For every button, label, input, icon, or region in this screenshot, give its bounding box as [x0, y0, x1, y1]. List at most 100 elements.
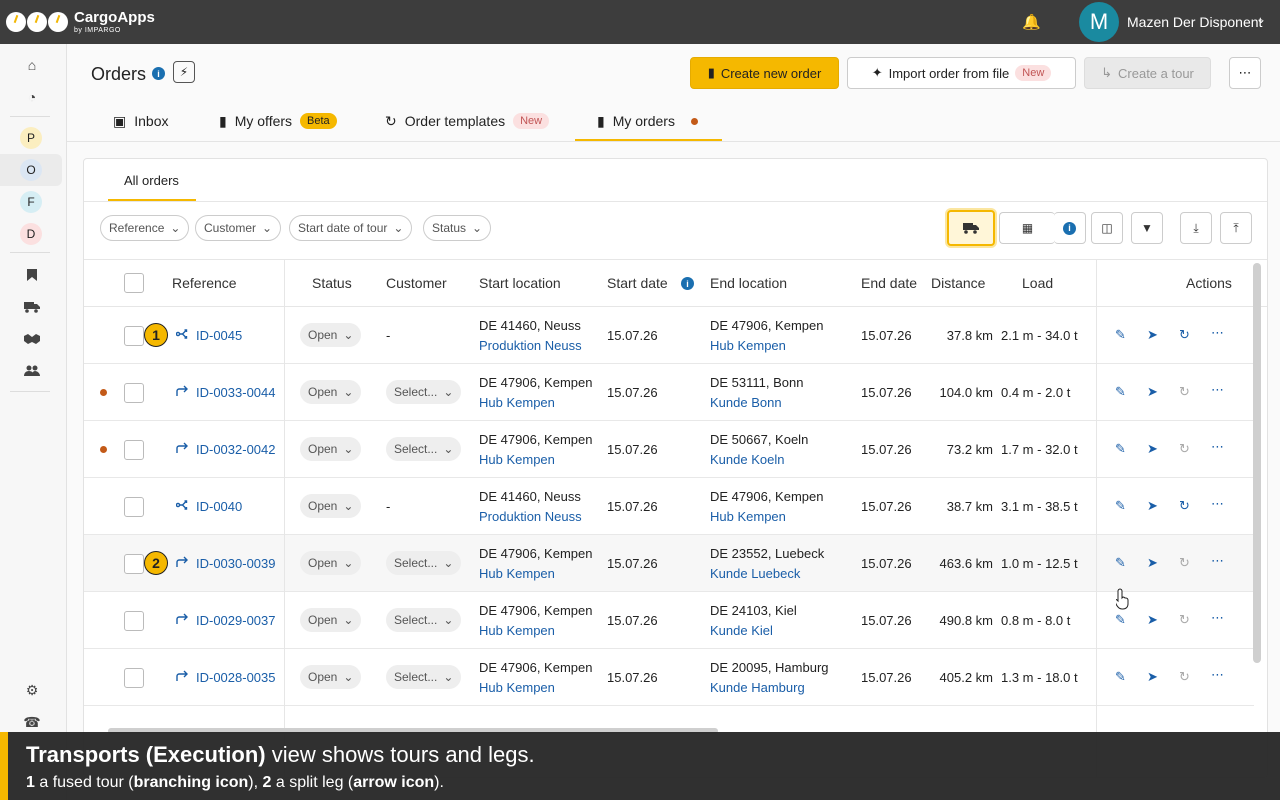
order-reference-link[interactable]: ID-0045	[196, 328, 242, 343]
table-row[interactable]: ID-0032-0042 Open ⌄ Select... ⌄ DE 47906, Kem…	[84, 421, 1254, 478]
status-select[interactable]: Open ⌄	[300, 608, 362, 632]
more-dots-icon[interactable]: ⋯	[1211, 439, 1224, 455]
row-checkbox[interactable]	[124, 383, 144, 403]
row-checkbox[interactable]	[124, 668, 144, 688]
col-start-date[interactable]: Start date	[607, 275, 668, 291]
import-order-button[interactable]: ✦ Import order from file New	[847, 57, 1076, 89]
route-icon[interactable]: ↻	[1179, 441, 1190, 457]
table-row[interactable]: 2 ID-0030-0039 Open ⌄ Select... ⌄ DE 47906, Ke…	[84, 535, 1254, 592]
start-site-link[interactable]: Hub Kempen	[479, 680, 555, 695]
route-icon[interactable]: ↻	[1179, 384, 1190, 400]
end-site-link[interactable]: Kunde Kiel	[710, 623, 773, 638]
more-dots-icon[interactable]: ⋯	[1211, 325, 1224, 341]
order-reference-link[interactable]: ID-0032-0042	[196, 442, 276, 457]
col-start-location[interactable]: Start location	[479, 275, 561, 291]
route-icon[interactable]: ↻	[1179, 612, 1190, 628]
tab-order-templates[interactable]: ↻ Order templates New	[385, 102, 550, 140]
edit-icon[interactable]: ✎	[1115, 327, 1126, 343]
vertical-scrollbar[interactable]	[1253, 263, 1261, 663]
col-reference[interactable]: Reference	[172, 275, 237, 291]
sidebar-item-o[interactable]: O	[20, 159, 42, 181]
more-dots-icon[interactable]: ⋯	[1211, 382, 1224, 398]
info-icon[interactable]: i	[681, 277, 694, 290]
table-row[interactable]: ID-0028-0035 Open ⌄ Select... ⌄ DE 47906, Kem…	[84, 649, 1254, 706]
start-site-link[interactable]: Hub Kempen	[479, 623, 555, 638]
sidebar-item-d[interactable]: D	[20, 223, 42, 245]
tab-my-orders[interactable]: ▮ My orders	[597, 102, 698, 140]
start-site-link[interactable]: Hub Kempen	[479, 395, 555, 410]
end-site-link[interactable]: Kunde Hamburg	[710, 680, 805, 695]
send-icon[interactable]: ➤	[1147, 555, 1158, 571]
customer-select[interactable]: Select... ⌄	[386, 437, 462, 461]
tab-my-offers[interactable]: ▮ My offers Beta	[219, 102, 337, 140]
row-checkbox[interactable]	[124, 554, 144, 574]
create-tour-button[interactable]: ↳ Create a tour	[1084, 57, 1211, 89]
create-order-button[interactable]: ▮ Create new order	[690, 57, 839, 89]
home-icon[interactable]: ⌂	[24, 57, 40, 73]
quick-action-button[interactable]: ⚡	[173, 61, 195, 83]
row-checkbox[interactable]	[124, 611, 144, 631]
route-icon[interactable]: ↻	[1179, 327, 1190, 343]
more-dots-icon[interactable]: ⋯	[1211, 610, 1224, 626]
row-checkbox[interactable]	[124, 440, 144, 460]
send-icon[interactable]: ➤	[1147, 327, 1158, 343]
send-icon[interactable]: ➤	[1147, 498, 1158, 514]
truck-icon[interactable]	[24, 299, 40, 315]
row-checkbox[interactable]	[124, 326, 144, 346]
more-button[interactable]: ⋯	[1229, 57, 1261, 89]
order-reference-link[interactable]: ID-0040	[196, 499, 242, 514]
end-site-link[interactable]: Kunde Koeln	[710, 452, 784, 467]
send-icon[interactable]: ➤	[1147, 384, 1158, 400]
status-select[interactable]: Open ⌄	[300, 323, 362, 347]
start-site-link[interactable]: Produktion Neuss	[479, 509, 582, 524]
customer-select[interactable]: Select... ⌄	[386, 665, 462, 689]
edit-icon[interactable]: ✎	[1115, 669, 1126, 685]
status-select[interactable]: Open ⌄	[300, 380, 362, 404]
col-distance[interactable]: Distance	[931, 275, 985, 291]
download-button[interactable]: ⤓	[1180, 212, 1212, 244]
order-reference-link[interactable]: ID-0028-0035	[196, 670, 276, 685]
status-select[interactable]: Open ⌄	[300, 437, 362, 461]
upload-button[interactable]: ⤒	[1220, 212, 1252, 244]
table-row[interactable]: ID-0029-0037 Open ⌄ Select... ⌄ DE 47906, Kem…	[84, 592, 1254, 649]
filter-button[interactable]: ▼	[1131, 212, 1163, 244]
edit-icon[interactable]: ✎	[1115, 441, 1126, 457]
end-site-link[interactable]: Hub Kempen	[710, 338, 786, 353]
end-site-link[interactable]: Hub Kempen	[710, 509, 786, 524]
filter-customer[interactable]: Customer ⌄	[195, 215, 282, 241]
table-row[interactable]: ID-0040 Open ⌄ - DE 41460, Neuss Produktion N…	[84, 478, 1254, 535]
row-checkbox[interactable]	[124, 497, 144, 517]
subtab-all-orders[interactable]: All orders	[124, 173, 179, 188]
end-site-link[interactable]: Kunde Luebeck	[710, 566, 800, 581]
transports-view-button[interactable]	[947, 210, 995, 246]
end-site-link[interactable]: Kunde Bonn	[710, 395, 782, 410]
start-site-link[interactable]: Produktion Neuss	[479, 338, 582, 353]
more-dots-icon[interactable]: ⋯	[1211, 553, 1224, 569]
col-end-date[interactable]: End date	[861, 275, 917, 291]
user-name[interactable]: Mazen Der Disponent	[1127, 14, 1262, 30]
customer-select[interactable]: Select... ⌄	[386, 380, 462, 404]
status-select[interactable]: Open ⌄	[300, 665, 362, 689]
status-select[interactable]: Open ⌄	[300, 551, 362, 575]
cargoapps-logo[interactable]: CargoApps by IMPARGO	[6, 10, 155, 34]
pie-chart-icon[interactable]: ◔	[24, 89, 40, 105]
support-icon[interactable]: ☎	[23, 714, 40, 730]
handshake-icon[interactable]	[24, 331, 40, 347]
info-icon[interactable]: i	[152, 67, 165, 80]
bell-icon[interactable]: 🔔	[1022, 13, 1041, 31]
edit-icon[interactable]: ✎	[1115, 612, 1126, 628]
edit-icon[interactable]: ✎	[1115, 384, 1126, 400]
more-dots-icon[interactable]: ⋯	[1211, 496, 1224, 512]
bookmark-icon[interactable]	[24, 267, 40, 283]
order-reference-link[interactable]: ID-0033-0044	[196, 385, 276, 400]
table-row[interactable]: 1 ID-0045 Open ⌄ - DE 41460, Neuss Produktion …	[84, 307, 1254, 364]
col-end-location[interactable]: End location	[710, 275, 787, 291]
route-icon[interactable]: ↻	[1179, 669, 1190, 685]
filter-reference[interactable]: Reference ⌄	[100, 215, 190, 241]
status-select[interactable]: Open ⌄	[300, 494, 362, 518]
send-icon[interactable]: ➤	[1147, 612, 1158, 628]
order-reference-link[interactable]: ID-0029-0037	[196, 613, 276, 628]
send-icon[interactable]: ➤	[1147, 441, 1158, 457]
start-site-link[interactable]: Hub Kempen	[479, 566, 555, 581]
send-icon[interactable]: ➤	[1147, 669, 1158, 685]
